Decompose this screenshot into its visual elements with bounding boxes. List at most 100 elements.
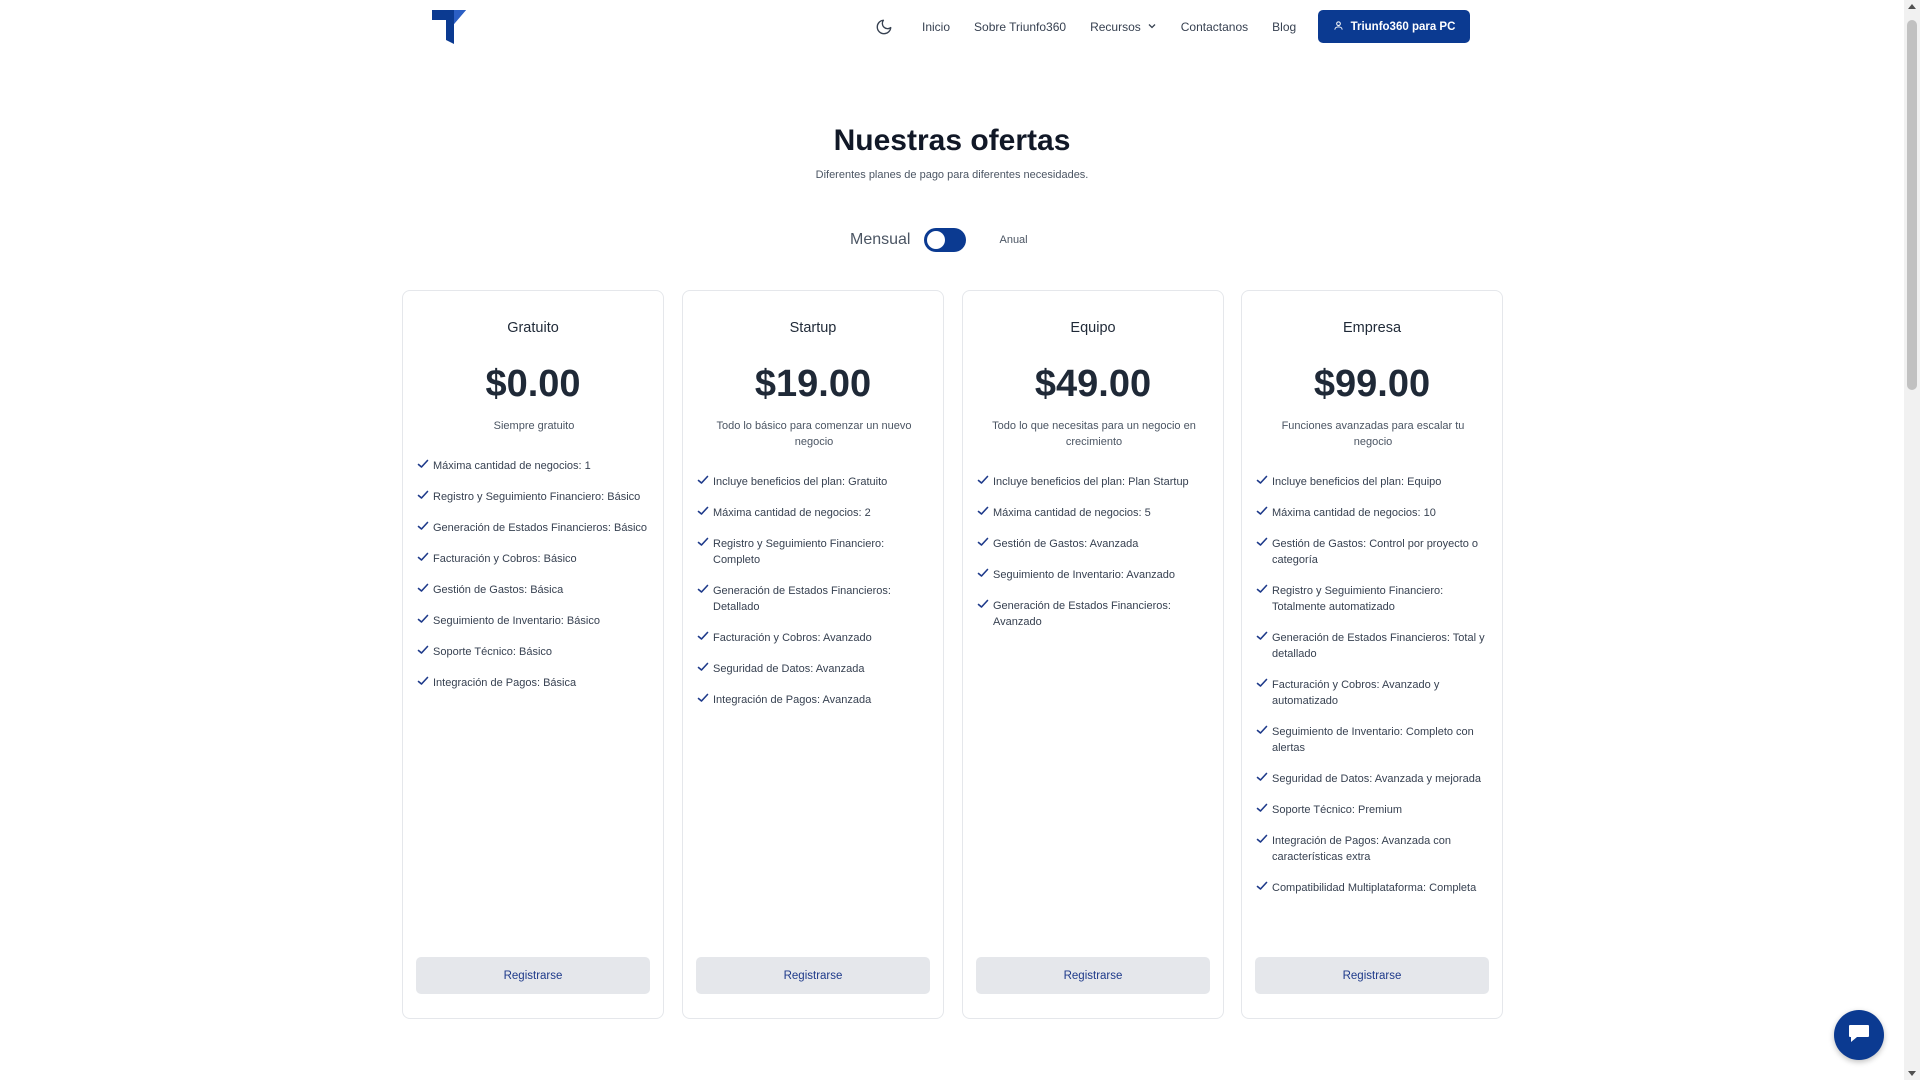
check-icon xyxy=(1256,505,1268,517)
billing-monthly-label: Mensual xyxy=(850,231,911,248)
chat-button[interactable] xyxy=(1834,1010,1884,1060)
plan-feature: Gestión de Gastos: Avanzada xyxy=(977,536,1213,552)
nav-blog[interactable]: Blog xyxy=(1272,20,1296,34)
plan-feature-text: Generación de Estados Financieros: Básic… xyxy=(433,522,648,534)
plan-feature: Soporte Técnico: Básico xyxy=(417,644,653,660)
register-button[interactable]: Registrarse xyxy=(416,957,650,994)
check-icon xyxy=(1256,536,1268,548)
plan-feature: Máxima cantidad de negocios: 1 xyxy=(417,458,653,474)
plan-feature-list: Máxima cantidad de negocios: 1 Registro y… xyxy=(417,458,653,706)
plan-feature-text: Integración de Pagos: Avanzada con carac… xyxy=(1272,835,1451,863)
check-icon xyxy=(977,567,989,579)
plan-name: Startup xyxy=(789,320,837,336)
plan-feature-text: Incluye beneficios del plan: Plan Startu… xyxy=(993,476,1189,488)
billing-period-toggle[interactable] xyxy=(924,228,967,252)
check-icon xyxy=(417,613,429,625)
chat-bubble-icon xyxy=(1847,1022,1871,1049)
plan-description: Funciones avanzadas para escalar tu nego… xyxy=(1281,420,1465,448)
register-button[interactable]: Registrarse xyxy=(696,957,930,994)
check-icon xyxy=(417,582,429,594)
check-icon xyxy=(697,692,709,704)
plan-feature-list: Incluye beneficios del plan: Gratuito Máx… xyxy=(697,474,933,723)
check-icon xyxy=(1256,724,1268,736)
check-icon xyxy=(697,583,709,595)
billing-toggle-group: Mensual Anual xyxy=(850,228,1028,252)
chevron-down-icon xyxy=(1147,20,1157,34)
plan-feature-text: Gestión de Gastos: Avanzada xyxy=(993,538,1139,550)
plan-feature: Registro y Seguimiento Financiero: Básic… xyxy=(417,489,653,505)
plan-feature: Integración de Pagos: Básica xyxy=(417,675,653,691)
plan-feature-text: Integración de Pagos: Avanzada xyxy=(713,694,872,706)
check-icon xyxy=(977,598,989,610)
plan-feature-text: Soporte Técnico: Básico xyxy=(433,646,553,658)
plan-feature: Seguimiento de Inventario: Avanzado xyxy=(977,567,1213,583)
check-icon xyxy=(1256,677,1268,689)
plan-feature-text: Generación de Estados Financieros: Detal… xyxy=(713,585,891,613)
user-icon xyxy=(1333,20,1344,34)
plan-feature: Seguimiento de Inventario: Básico xyxy=(417,613,653,629)
plan-feature: Registro y Seguimiento Financiero: Compl… xyxy=(697,536,933,568)
plan-feature: Máxima cantidad de negocios: 2 xyxy=(697,505,933,521)
scroll-up-icon[interactable] xyxy=(1908,4,1916,9)
billing-annual-label: Anual xyxy=(999,234,1028,246)
nav-sobre-triunfo360[interactable]: Sobre Triunfo360 xyxy=(974,20,1066,34)
check-icon xyxy=(1256,771,1268,783)
check-icon xyxy=(697,661,709,673)
plan-feature: Generación de Estados Financieros: Detal… xyxy=(697,583,933,615)
moon-icon[interactable] xyxy=(872,15,896,39)
plan-description: Siempre gratuito xyxy=(493,420,575,432)
plan-feature-text: Registro y Seguimiento Financiero: Compl… xyxy=(713,538,885,566)
plan-card-gratuito: Gratuito $0.00 Siempre gratuito Máxima cant… xyxy=(402,290,664,1019)
plan-feature: Generación de Estados Financieros: Avanz… xyxy=(977,598,1213,630)
plan-feature: Facturación y Cobros: Avanzado xyxy=(697,630,933,646)
check-icon xyxy=(977,505,989,517)
nav-recursos-label: Recursos xyxy=(1090,20,1141,34)
plan-feature-text: Registro y Seguimiento Financiero: Total… xyxy=(1272,585,1444,613)
plan-feature: Gestión de Gastos: Básica xyxy=(417,582,653,598)
triunfo360-pc-button[interactable]: Triunfo360 para PC xyxy=(1318,10,1470,43)
check-icon xyxy=(1256,583,1268,595)
plan-feature-text: Seguimiento de Inventario: Completo con … xyxy=(1272,726,1474,754)
page-title: Nuestras ofertas xyxy=(833,124,1071,157)
check-icon xyxy=(1256,802,1268,814)
plan-feature: Soporte Técnico: Premium xyxy=(1256,802,1492,818)
check-icon xyxy=(417,520,429,532)
scrollbar-thumb[interactable] xyxy=(1907,20,1917,390)
plan-description: Todo lo que necesitas para un negocio en… xyxy=(992,420,1196,448)
plan-feature: Generación de Estados Financieros: Básic… xyxy=(417,520,653,536)
site-header: Inicio Sobre Triunfo360 Recursos Contact… xyxy=(0,0,1904,54)
plan-feature-text: Máxima cantidad de negocios: 1 xyxy=(433,460,591,472)
nav-recursos[interactable]: Recursos xyxy=(1090,20,1157,34)
cta-label: Triunfo360 para PC xyxy=(1350,20,1456,33)
plan-feature-text: Facturación y Cobros: Avanzado y automat… xyxy=(1272,679,1440,707)
plan-feature-text: Generación de Estados Financieros: Avanz… xyxy=(993,600,1171,628)
check-icon xyxy=(697,505,709,517)
check-icon xyxy=(697,630,709,642)
check-icon xyxy=(1256,833,1268,845)
plan-name: Gratuito xyxy=(507,320,559,336)
register-button[interactable]: Registrarse xyxy=(976,957,1210,994)
plan-feature-text: Máxima cantidad de negocios: 5 xyxy=(993,507,1151,519)
plan-card-startup: Startup $19.00 Todo lo básico para comenza… xyxy=(682,290,944,1019)
plan-feature-text: Facturación y Cobros: Avanzado xyxy=(713,632,872,644)
check-icon xyxy=(977,536,989,548)
triunfo360-logo-icon[interactable] xyxy=(432,10,466,44)
check-icon xyxy=(417,644,429,656)
plan-feature: Incluye beneficios del plan: Plan Startu… xyxy=(977,474,1213,490)
check-icon xyxy=(417,489,429,501)
plan-feature: Registro y Seguimiento Financiero: Total… xyxy=(1256,583,1492,615)
register-button[interactable]: Registrarse xyxy=(1255,957,1489,994)
plan-feature-text: Seguimiento de Inventario: Básico xyxy=(433,615,600,627)
plan-feature-text: Gestión de Gastos: Básica xyxy=(433,584,564,596)
nav-inicio[interactable]: Inicio xyxy=(922,20,950,34)
plan-price: $19.00 xyxy=(754,363,872,405)
scroll-down-icon[interactable] xyxy=(1908,1071,1916,1076)
plan-feature-list: Incluye beneficios del plan: Plan Startu… xyxy=(977,474,1213,645)
plan-feature-list: Incluye beneficios del plan: Equipo Máxim… xyxy=(1256,474,1492,911)
nav-contactanos[interactable]: Contactanos xyxy=(1181,20,1248,34)
page-scrollbar[interactable] xyxy=(1904,0,1920,1080)
plan-feature-text: Registro y Seguimiento Financiero: Básic… xyxy=(433,491,641,503)
plan-feature-text: Seguimiento de Inventario: Avanzado xyxy=(993,569,1176,581)
plan-feature-text: Compatibilidad Multiplataforma: Completa xyxy=(1272,882,1477,894)
plan-feature-text: Máxima cantidad de negocios: 10 xyxy=(1272,507,1436,519)
